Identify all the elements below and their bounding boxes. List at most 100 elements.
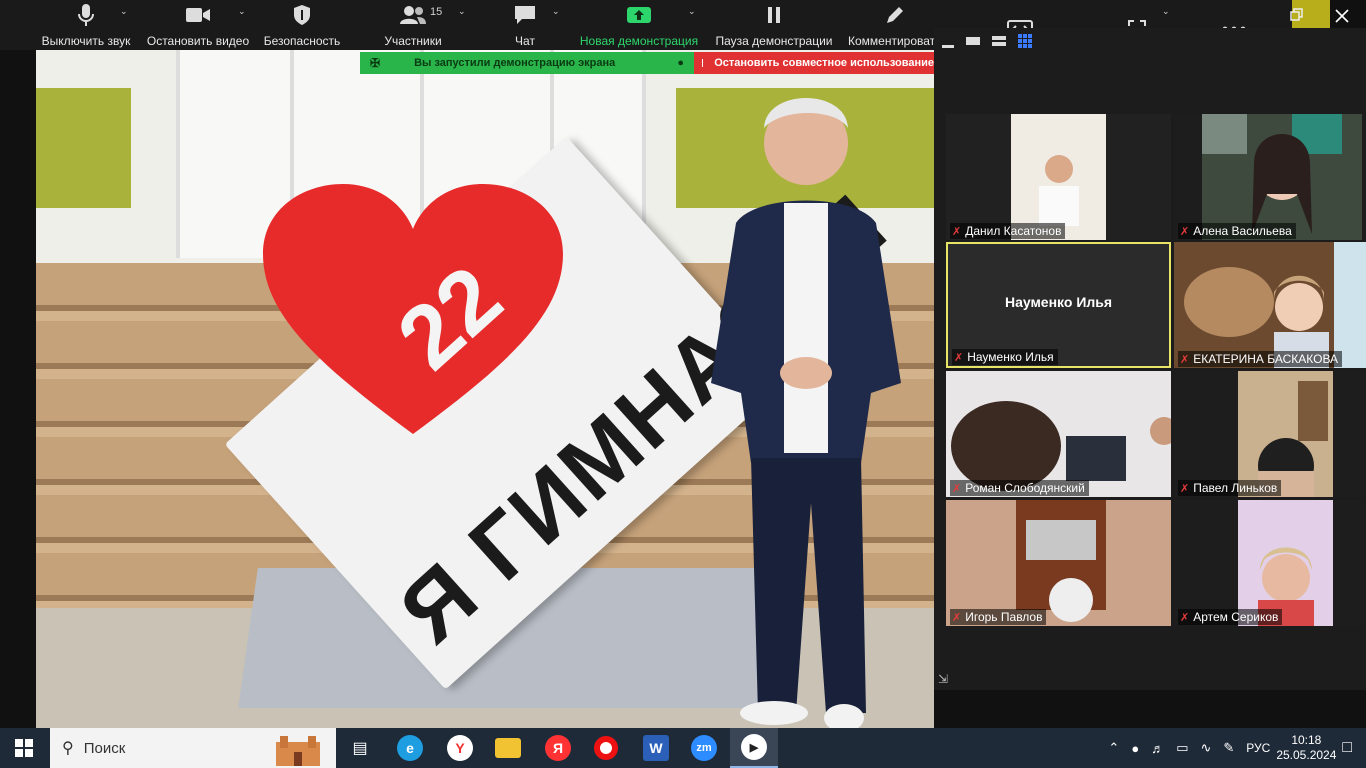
participant-video [1238,371,1333,497]
participants-label: Участники [384,34,442,48]
muted-mic-icon: ✗ [952,611,962,624]
stop-share-label: Остановить совместное использование [714,57,934,69]
participant-name: ✗ Павел Линьков [1178,480,1282,496]
task-view-button[interactable]: ▤ [336,728,384,768]
view-switcher [942,34,1032,48]
speaker-view-icon[interactable] [966,37,980,45]
participant-name: ✗ Артем Сериков [1178,609,1283,625]
chevron-down-icon[interactable]: ⌄ [238,6,246,17]
gallery-view-icon[interactable] [1018,34,1032,48]
opera-app[interactable] [582,728,630,768]
video-label: Остановить видео [146,34,250,48]
edge-app[interactable]: e [386,728,434,768]
video-button[interactable]: Остановить видео ⌄ [146,0,250,50]
share-screen-icon [626,2,652,28]
muted-mic-icon: ✗ [1180,225,1190,238]
participant-video [946,500,1171,626]
battery-icon[interactable]: ▭ [1176,740,1188,756]
yandex-icon: Я [545,735,571,761]
participant-tile[interactable]: ✗ Роман Слободянский [946,371,1171,497]
participant-tile[interactable]: ✗ Павел Линьков [1174,371,1366,497]
security-button[interactable]: Безопасность [262,0,342,50]
participants-icon [399,2,427,28]
participant-tile[interactable]: ✗ Игорь Павлов [946,500,1171,626]
chevron-up-icon[interactable]: ⌃ [1108,740,1119,756]
chat-button[interactable]: Чат ⌄ [506,0,560,50]
pause-icon [765,2,783,28]
pen-icon [884,2,906,28]
participant-name: ✗ Данил Касатонов [950,223,1066,239]
mute-button[interactable]: Выключить звук ⌄ [38,0,134,50]
microphone-tray-icon[interactable]: ● [1131,741,1139,756]
chevron-down-icon[interactable]: ⌄ [458,6,466,17]
pen-tray-icon[interactable]: ✎ [1223,740,1234,756]
muted-mic-icon: ✗ [1180,353,1190,366]
participant-video [1011,114,1106,240]
participant-name: ✗ Роман Слободянский [950,480,1089,496]
new-share-button[interactable]: Новая демонстрация ⌄ [578,0,700,50]
participants-button[interactable]: Участники 15 ⌄ [378,0,466,50]
participant-video [1238,500,1333,626]
chevron-down-icon[interactable]: ⌄ [1162,6,1170,17]
yandex-browser-icon: Y [447,735,473,761]
muted-mic-icon: ✗ [1180,482,1190,495]
minimize-view-icon[interactable] [942,44,954,48]
shield-check-icon: ● [677,57,684,69]
close-icon[interactable] [1334,8,1350,24]
zoom-app[interactable]: zm [680,728,728,768]
taskbar-search[interactable]: ⚲ Поиск [50,728,336,768]
yandex-app[interactable]: Я [534,728,582,768]
new-share-label: Новая демонстрация [579,34,699,48]
participant-tile-active[interactable]: Науменко Илья ✗ Науменко Илья [946,242,1171,368]
volume-icon[interactable]: ♬ [1151,741,1164,756]
mute-label: Выключить звук [41,34,131,48]
clock-time: 10:18 [1291,733,1322,747]
participant-tile[interactable]: ✗ ЕКАТЕРИНА БАСКАКОВА [1174,242,1366,368]
shield-icon [292,2,312,28]
system-tray: ⌃ ● ♬ ▭ ∿ ✎ РУС 10:18 25.05.2024 □ [1102,728,1366,768]
participant-video [946,371,1171,497]
participant-video [1202,114,1362,240]
participant-tile[interactable]: ✗ Артем Сериков [1174,500,1366,626]
wall-panel [36,88,131,208]
pin-icon: ✠ [370,56,381,70]
pause-share-button[interactable]: Пауза демонстрации [714,0,834,50]
word-app[interactable]: W [632,728,680,768]
file-explorer-app[interactable] [484,728,532,768]
wifi-icon[interactable]: ∿ [1200,740,1211,756]
yandex-browser-app[interactable]: Y [436,728,484,768]
play-icon: ▶ [741,734,767,760]
active-speaker-name: Науменко Илья [1004,294,1113,310]
task-view-icon: ▤ [352,740,368,757]
gallery-panel: ✗ Данил Касатонов ✗ Алена Васильева Наумен… [934,28,1366,690]
heart-shape: 22 [263,184,563,434]
notifications-icon[interactable]: □ [1342,739,1352,757]
person-figure [711,98,901,728]
start-button[interactable] [0,728,48,768]
chevron-down-icon[interactable]: ⌄ [688,6,696,17]
chat-bubble-icon [513,2,537,28]
restore-icon[interactable] [1290,8,1304,22]
participant-video [1174,242,1366,368]
language-indicator[interactable]: РУС [1246,741,1270,755]
zoom-icon: zm [691,735,717,761]
share-status-bar[interactable]: ✠ Вы запустили демонстрацию экрана ● [360,52,694,74]
participants-count: 15 [430,6,443,18]
resize-grip-icon[interactable]: ⇲ [938,672,948,686]
chat-label: Чат [515,34,535,48]
folder-icon [495,738,521,758]
participant-tile[interactable]: ✗ Данил Касатонов [946,114,1171,240]
strip-view-icon[interactable] [992,36,1006,46]
stop-share-button[interactable]: Остановить совместное использование [694,52,934,74]
chevron-down-icon[interactable]: ⌄ [552,6,560,17]
participant-tile[interactable]: ✗ Алена Васильева [1174,114,1366,240]
edge-icon: e [397,735,423,761]
participant-name: ✗ Игорь Павлов [950,609,1047,625]
word-icon: W [643,735,669,761]
media-player-app[interactable]: ▶ [730,728,778,768]
chevron-down-icon[interactable]: ⌄ [120,6,128,17]
annotate-label: Комментировать [848,34,934,48]
clock[interactable]: 10:18 25.05.2024 [1276,733,1336,763]
annotate-button[interactable]: Комментировать [846,0,934,50]
muted-mic-icon: ✗ [954,351,964,364]
